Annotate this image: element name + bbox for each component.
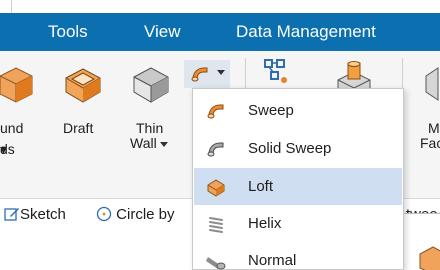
menu-item-helix[interactable]: Helix — [194, 205, 402, 242]
sweep-dropdown-menu: Sweep Solid Sweep Loft Helix Normal — [192, 88, 404, 270]
draft-label: Draft — [63, 120, 94, 136]
menu-item-sweep-label: Sweep — [248, 102, 294, 119]
loft-icon — [207, 179, 225, 197]
round-caret-icon: ▾ — [0, 141, 8, 157]
sketch-icon — [4, 207, 19, 221]
thin-wall-label-line1: Thin — [136, 120, 164, 136]
loft-preview-icon — [419, 246, 440, 270]
menu-data-management[interactable]: Data Management — [236, 13, 376, 51]
menu-item-helix-label: Helix — [248, 215, 282, 232]
thin-wall-icon[interactable] — [130, 62, 172, 106]
thin-wall-label-line2-wrap[interactable]: Wall — [130, 135, 168, 151]
mid-face-label-line1: M — [428, 120, 440, 136]
round-label: und — [0, 120, 24, 136]
mid-face-icon[interactable] — [424, 62, 440, 102]
menu-item-sweep[interactable]: Sweep — [194, 92, 402, 129]
thin-wall-label-line2: Wall — [130, 135, 157, 151]
menu-item-loft[interactable]: Loft — [194, 168, 402, 205]
menu-item-solid-sweep-label: Solid Sweep — [248, 140, 332, 157]
menu-item-solid-sweep[interactable]: Solid Sweep — [194, 130, 402, 167]
circle-by-label: Circle by — [116, 206, 175, 223]
circle-icon — [96, 206, 112, 221]
sweep-icon — [207, 104, 224, 119]
menu-item-normal-label: Normal — [248, 252, 297, 269]
normal-icon — [206, 257, 226, 270]
menu-bar: Tools View Data Management — [0, 13, 440, 51]
title-strip — [0, 0, 440, 13]
menu-view[interactable]: View — [144, 13, 181, 51]
pattern-icon[interactable] — [262, 58, 288, 84]
sketch-button[interactable]: Sketch — [4, 199, 66, 231]
round-icon[interactable] — [0, 62, 34, 106]
solid-sweep-icon — [207, 142, 224, 157]
circle-by-button[interactable]: Circle by — [96, 199, 175, 231]
helix-icon — [209, 217, 223, 233]
draft-icon[interactable] — [62, 62, 104, 106]
mid-face-label-line2: Fac — [420, 135, 440, 151]
sweep-icon — [191, 67, 208, 82]
thin-wall-caret-icon — [159, 141, 168, 147]
sweep-dropdown-button[interactable] — [184, 60, 230, 88]
menu-tools[interactable]: Tools — [48, 13, 88, 51]
menu-item-normal[interactable]: Normal — [194, 242, 402, 270]
sketch-label: Sketch — [20, 206, 66, 223]
menu-item-loft-label: Loft — [248, 178, 274, 195]
sweep-caret-icon — [217, 70, 225, 75]
window-edge — [0, 0, 12, 13]
